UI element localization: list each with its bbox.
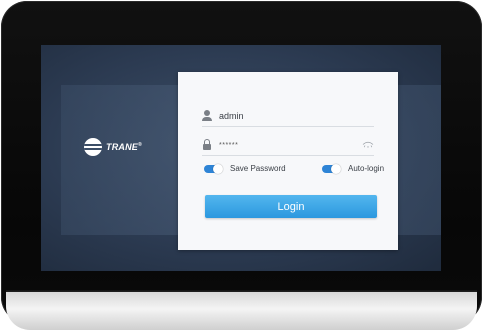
auto-login-option[interactable]: Auto-login: [322, 163, 385, 174]
options-row: Save Password Auto-login: [204, 163, 390, 176]
trane-logo-icon: [84, 138, 102, 156]
brand-trademark: ®: [138, 142, 142, 148]
toggle-knob: [213, 163, 223, 174]
device: TRANE® admin ****** Save Password Auto-l…: [0, 0, 483, 332]
save-password-option[interactable]: Save Password: [204, 163, 286, 174]
password-field[interactable]: ******: [202, 135, 374, 156]
device-base: [6, 292, 477, 330]
user-icon: [202, 110, 212, 122]
toggle-knob: [331, 163, 341, 174]
eye-icon[interactable]: [362, 141, 374, 148]
brand-name-text: TRANE: [106, 142, 138, 152]
save-password-label: Save Password: [230, 164, 286, 173]
screen: TRANE® admin ****** Save Password Auto-l…: [41, 45, 441, 271]
login-panel: admin ****** Save Password Auto-login Lo…: [178, 72, 398, 250]
brand-name: TRANE®: [106, 142, 142, 152]
username-field[interactable]: admin: [202, 106, 374, 127]
auto-login-label: Auto-login: [348, 164, 385, 173]
auto-login-toggle[interactable]: [322, 163, 341, 174]
login-button[interactable]: Login: [205, 195, 377, 218]
lock-icon: [202, 139, 212, 151]
brand-logo: TRANE®: [84, 138, 142, 156]
password-value: ******: [219, 141, 239, 149]
username-value: admin: [219, 111, 244, 121]
save-password-toggle[interactable]: [204, 163, 223, 174]
